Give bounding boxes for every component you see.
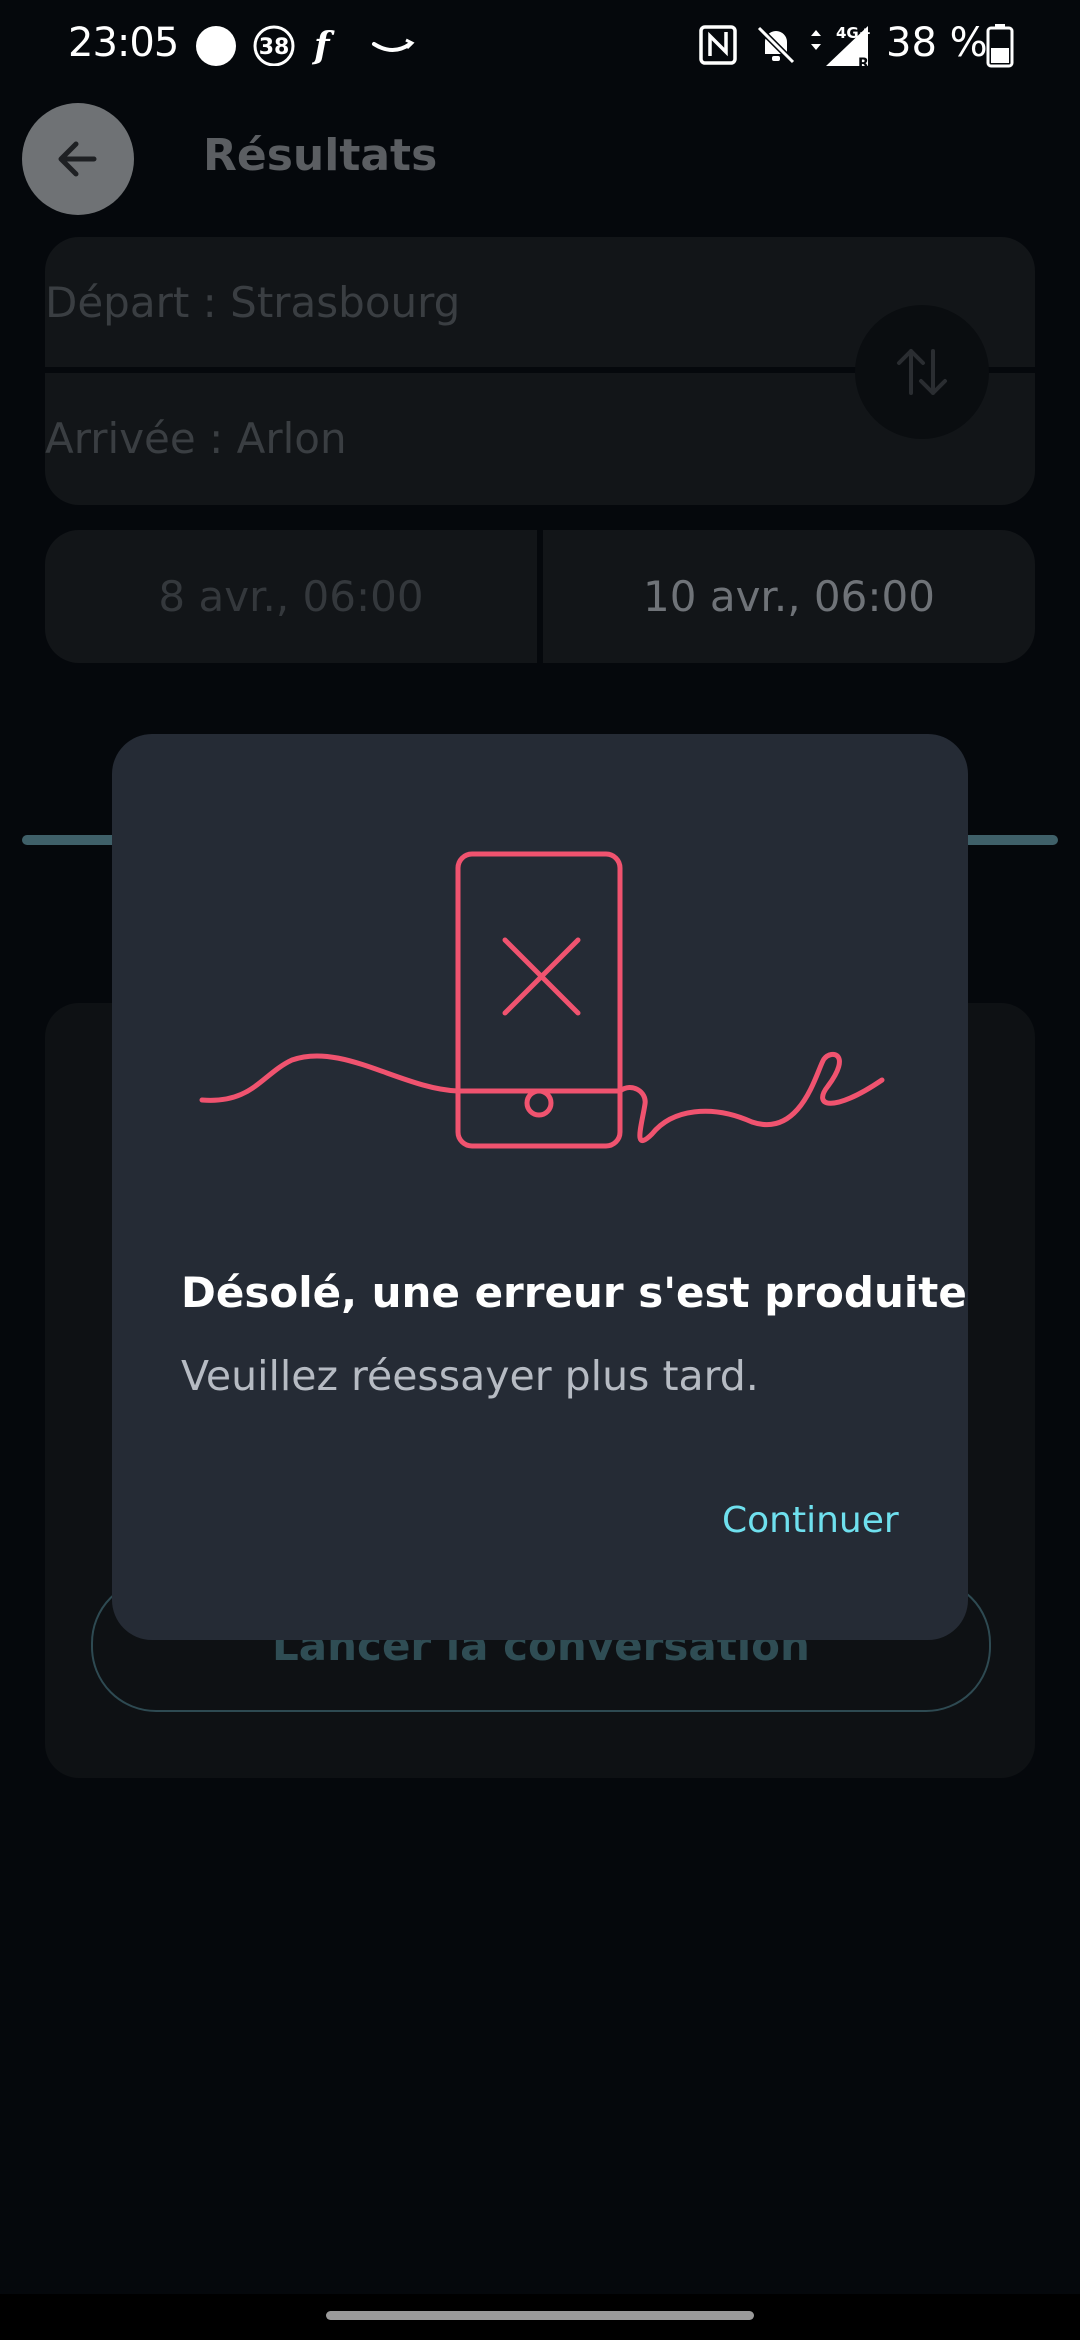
circle-icon (194, 22, 238, 79)
arrow-left-icon (58, 141, 97, 177)
network-type: 4G+ (836, 24, 871, 42)
dialog-message: Veuillez réessayer plus tard. (181, 1352, 759, 1400)
return-date-tab[interactable]: 10 avr., 06:00 (543, 530, 1035, 663)
badge-number: 38 (259, 35, 290, 60)
status-bar: 23:05 38 f 4G+ R 38 % (0, 0, 1080, 92)
network-roaming: R (858, 56, 869, 70)
amazon-smile-icon (370, 22, 416, 79)
departure-field[interactable]: Départ : Strasbourg (45, 278, 460, 327)
battery-icon (986, 22, 1014, 81)
status-time: 23:05 (68, 20, 179, 66)
progress-line-right (960, 835, 1058, 845)
swap-stations-button[interactable] (855, 305, 989, 439)
arrival-field[interactable]: Arrivée : Arlon (45, 414, 347, 463)
phone-error-icon (199, 851, 885, 1149)
swap-vertical-icon (897, 349, 947, 395)
badge-icon: 38 (252, 22, 296, 79)
home-gesture-handle[interactable] (326, 2311, 754, 2320)
back-button[interactable] (22, 103, 134, 215)
nfc-icon (698, 22, 738, 79)
page-title: Résultats (203, 130, 438, 181)
continue-button[interactable]: Continuer (722, 1500, 899, 1541)
progress-line-left (22, 835, 122, 845)
system-nav-bar (0, 2294, 1080, 2340)
outbound-date-tab[interactable]: 8 avr., 06:00 (45, 530, 537, 663)
f-app-icon: f (314, 25, 330, 67)
battery-percent: 38 % (886, 20, 988, 66)
signal-icon: 4G+ R (808, 22, 878, 83)
bell-off-icon (755, 22, 797, 79)
dialog-title: Désolé, une erreur s'est produite (181, 1268, 967, 1317)
